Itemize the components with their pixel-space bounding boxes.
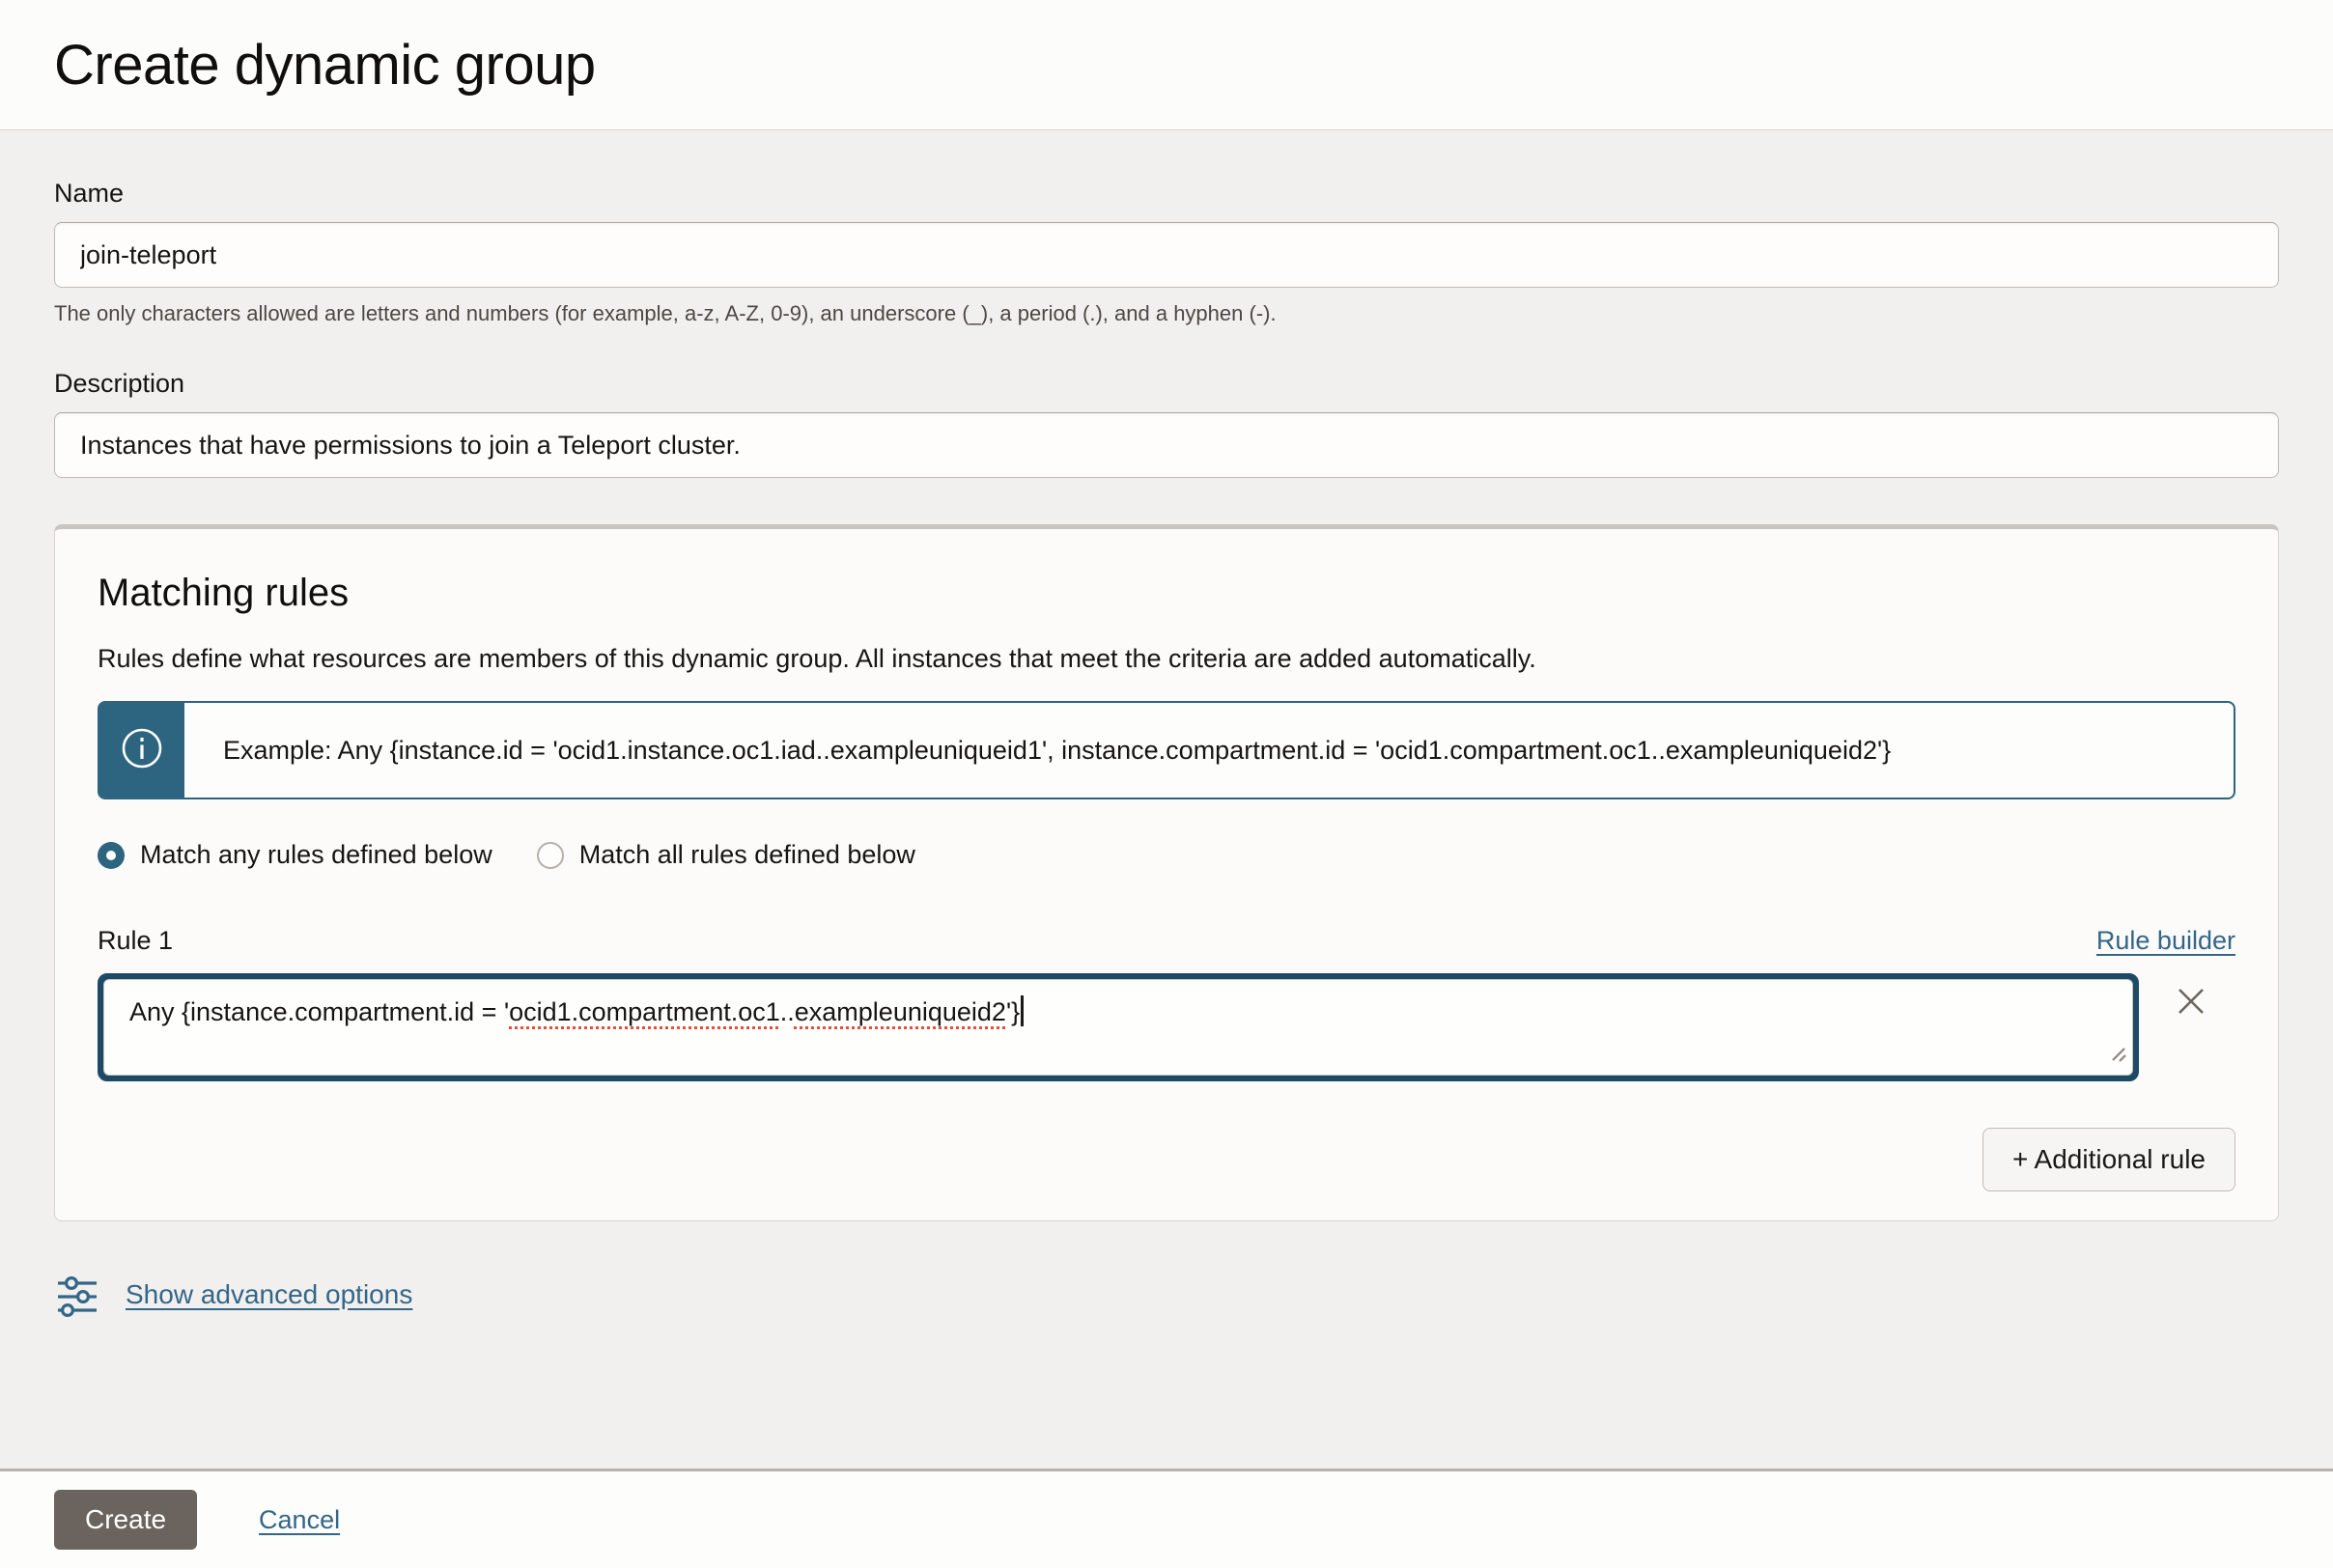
- create-button[interactable]: Create: [54, 1490, 197, 1550]
- additional-rule-button[interactable]: + Additional rule: [1982, 1128, 2235, 1191]
- radio-unselected-icon[interactable]: [537, 842, 564, 869]
- rule-1-row: Any {instance.compartment.id = 'ocid1.co…: [98, 973, 2235, 1081]
- match-all-radio[interactable]: Match all rules defined below: [537, 840, 915, 870]
- match-all-label: Match all rules defined below: [579, 840, 915, 870]
- remove-rule-button[interactable]: [2168, 979, 2214, 1025]
- close-icon: [2170, 980, 2212, 1025]
- name-field-group: Name The only characters allowed are let…: [54, 179, 2279, 326]
- name-label: Name: [54, 179, 2279, 209]
- example-infobox: Example: Any {instance.id = 'ocid1.insta…: [98, 701, 2235, 799]
- matching-rules-card: Matching rules Rules define what resourc…: [54, 524, 2279, 1221]
- footer-action-bar: Create Cancel: [0, 1469, 2333, 1568]
- resize-handle-icon[interactable]: [2107, 1041, 2128, 1071]
- matching-rules-description: Rules define what resources are members …: [98, 644, 2235, 674]
- match-any-radio[interactable]: Match any rules defined below: [98, 840, 492, 870]
- infobox-icon-panel: [99, 703, 184, 798]
- rule-1-label: Rule 1: [98, 926, 173, 956]
- match-mode-radio-group: Match any rules defined below Match all …: [98, 840, 2235, 870]
- matching-rules-title: Matching rules: [98, 572, 2235, 615]
- example-text: Example: Any {instance.id = 'ocid1.insta…: [184, 703, 1929, 798]
- info-icon: [120, 726, 164, 775]
- description-input[interactable]: [54, 412, 2279, 478]
- rule-builder-link[interactable]: Rule builder: [2096, 926, 2235, 956]
- name-helper-text: The only characters allowed are letters …: [54, 301, 2279, 326]
- rule-1-textarea[interactable]: Any {instance.compartment.id = 'ocid1.co…: [103, 979, 2133, 1076]
- rule-1-editor-focus-ring: Any {instance.compartment.id = 'ocid1.co…: [98, 973, 2139, 1081]
- description-label: Description: [54, 369, 2279, 399]
- rule-actions-row: + Additional rule: [98, 1128, 2235, 1191]
- rule-text-after: '}: [1006, 997, 1020, 1026]
- form-body: Name The only characters allowed are let…: [0, 130, 2333, 1469]
- match-any-label: Match any rules defined below: [140, 840, 492, 870]
- text-cursor: [1021, 995, 1024, 1026]
- sliders-icon: [54, 1272, 100, 1318]
- description-field-group: Description: [54, 369, 2279, 478]
- page-title: Create dynamic group: [54, 33, 596, 98]
- name-input[interactable]: [54, 222, 2279, 288]
- radio-selected-icon[interactable]: [98, 842, 125, 869]
- rule-text-misspelled-2: exampleuniqueid2: [795, 997, 1006, 1026]
- page-header: Create dynamic group: [0, 0, 2333, 130]
- advanced-options-row: Show advanced options: [54, 1272, 2279, 1318]
- rule-text-before: Any {instance.compartment.id = ': [129, 997, 509, 1026]
- cancel-link[interactable]: Cancel: [259, 1505, 340, 1535]
- show-advanced-options-link[interactable]: Show advanced options: [126, 1279, 412, 1310]
- rule-text-dots: ..: [780, 997, 795, 1026]
- rule-header-row: Rule 1 Rule builder: [98, 926, 2235, 956]
- rule-text-misspelled-1: ocid1.compartment.oc1: [509, 997, 780, 1026]
